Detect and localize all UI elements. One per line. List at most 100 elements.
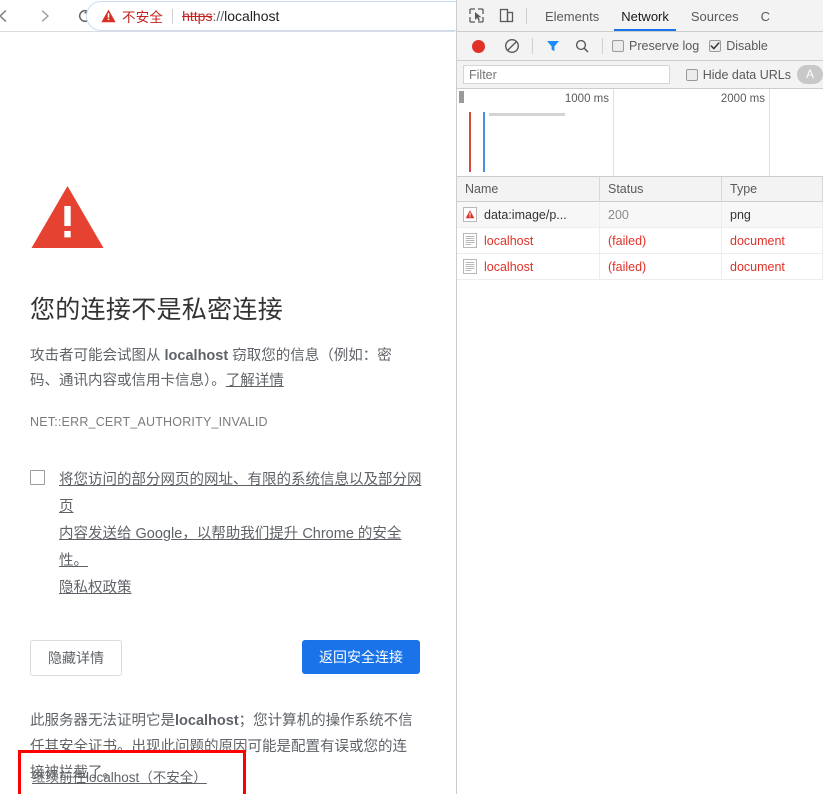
table-row[interactable]: data:image/p... 200 png bbox=[457, 201, 823, 228]
table-row[interactable]: localhost (failed) document bbox=[457, 227, 823, 254]
request-type-cell: document bbox=[722, 253, 823, 280]
description-hostname: localhost bbox=[164, 348, 229, 364]
request-type-cell: png bbox=[722, 201, 823, 228]
inspect-element-button[interactable] bbox=[463, 3, 489, 29]
preserve-log-checkbox[interactable]: Preserve log bbox=[612, 39, 699, 53]
back-to-safety-button[interactable]: 返回安全连接 bbox=[302, 640, 420, 674]
request-status-cell: (failed) bbox=[600, 227, 722, 254]
url-host: localhost bbox=[224, 8, 280, 24]
overview-gridline-1000ms bbox=[613, 89, 614, 176]
hide-details-button[interactable]: 隐藏详情 bbox=[30, 640, 122, 676]
network-filter-bar: Hide data URLs A bbox=[457, 61, 823, 89]
disable-cache-checkbox-box bbox=[709, 40, 722, 52]
search-icon bbox=[575, 39, 589, 53]
safe-browsing-optin-text: 将您访问的部分网页的网址、有限的系统信息以及部分网页 内容发送给 Google，… bbox=[59, 467, 430, 602]
clear-button[interactable] bbox=[499, 33, 525, 59]
request-name-cell: localhost bbox=[457, 253, 600, 280]
privacy-policy-link[interactable]: 隐私权政策 bbox=[59, 580, 132, 596]
tab-network[interactable]: Network bbox=[610, 0, 680, 31]
record-button-icon bbox=[471, 39, 485, 53]
request-name-label: data:image/p... bbox=[484, 207, 567, 222]
resource-type-filter-all[interactable]: A bbox=[796, 65, 823, 84]
preserve-log-checkbox-box bbox=[612, 40, 624, 52]
details-line1-prefix: 此服务器无法证明它是 bbox=[30, 713, 175, 729]
network-overview-timeline[interactable]: 1000 ms 2000 ms bbox=[457, 89, 823, 177]
document-resource-icon bbox=[463, 259, 477, 274]
clear-icon bbox=[504, 38, 520, 54]
security-status-label: 不安全 bbox=[122, 10, 164, 25]
overview-request-bar bbox=[489, 113, 565, 116]
description-prefix: 攻击者可能会试图从 bbox=[30, 348, 165, 364]
devtools-tabbar: Elements Network Sources C bbox=[457, 0, 823, 32]
disable-cache-checkbox[interactable]: Disable bbox=[709, 39, 768, 53]
safe-browsing-checkbox[interactable] bbox=[30, 470, 45, 485]
requests-table-body: data:image/p... 200 png localhost (faile… bbox=[457, 201, 823, 280]
arrow-left-icon bbox=[0, 9, 7, 22]
forward-button[interactable] bbox=[30, 2, 60, 30]
column-header-type[interactable]: Type bbox=[722, 176, 823, 202]
hide-data-urls-checkbox-box bbox=[685, 68, 698, 81]
device-toolbar-button[interactable] bbox=[493, 3, 519, 29]
url-separator: :// bbox=[212, 8, 225, 24]
filter-button[interactable] bbox=[540, 33, 566, 59]
device-toolbar-icon bbox=[499, 8, 513, 23]
overview-gridline-2000ms bbox=[769, 89, 770, 176]
arrow-right-icon bbox=[41, 9, 49, 22]
request-status-cell: (failed) bbox=[600, 253, 722, 280]
back-button[interactable] bbox=[0, 2, 18, 30]
tab-sources[interactable]: Sources bbox=[680, 0, 750, 31]
load-event-marker bbox=[483, 112, 485, 172]
overview-scroll-handle[interactable] bbox=[459, 91, 464, 103]
error-page-title: 您的连接不是私密连接 bbox=[30, 296, 284, 324]
document-resource-icon bbox=[463, 233, 477, 248]
optin-line-2: 内容发送给 Google，以帮助我们提升 Chrome 的安全性。 bbox=[59, 526, 402, 569]
network-toolbar-divider-2 bbox=[602, 38, 603, 54]
omnibox-divider bbox=[172, 8, 174, 24]
optin-line-1: 将您访问的部分网页的网址、有限的系统信息以及部分网页 bbox=[59, 472, 422, 515]
error-page-buttons: 隐藏详情 返回安全连接 bbox=[30, 640, 420, 676]
overview-tick-1000ms: 1000 ms bbox=[564, 93, 609, 105]
disable-cache-label: Disable bbox=[726, 39, 768, 53]
learn-more-link[interactable]: 了解详情 bbox=[226, 373, 284, 389]
dom-content-loaded-marker bbox=[469, 112, 471, 172]
hide-data-urls-label: Hide data URLs bbox=[702, 67, 791, 82]
request-name-label: localhost bbox=[484, 259, 534, 274]
url-scheme: https bbox=[182, 8, 213, 24]
proceed-unsafe-link[interactable]: 继续前往localhost（不安全） bbox=[32, 766, 207, 786]
details-line1-suffix: ；您计算机的操作系统 bbox=[238, 713, 384, 729]
request-name-label: localhost bbox=[484, 233, 534, 248]
search-button[interactable] bbox=[569, 33, 595, 59]
record-button[interactable] bbox=[465, 33, 491, 59]
large-warning-triangle-icon bbox=[31, 186, 104, 248]
table-row[interactable]: localhost (failed) document bbox=[457, 253, 823, 280]
filter-input[interactable] bbox=[463, 65, 670, 84]
preserve-log-label: Preserve log bbox=[629, 39, 700, 53]
warning-triangle-icon bbox=[101, 9, 116, 23]
tabbar-divider bbox=[526, 7, 527, 24]
tab-elements[interactable]: Elements bbox=[534, 0, 610, 31]
safe-browsing-optin: 将您访问的部分网页的网址、有限的系统信息以及部分网页 内容发送给 Google，… bbox=[30, 467, 430, 602]
network-toolbar: Preserve log Disable bbox=[457, 32, 823, 61]
error-page-description: 攻击者可能会试图从 localhost 窃取您的信息（例如：密码、通讯内容或信用… bbox=[30, 344, 415, 394]
inspect-element-icon bbox=[468, 8, 484, 23]
network-toolbar-divider-1 bbox=[532, 38, 533, 54]
request-status-cell: 200 bbox=[600, 201, 722, 228]
error-code-text: NET::ERR_CERT_AUTHORITY_INVALID bbox=[30, 415, 268, 429]
request-type-cell: document bbox=[722, 227, 823, 254]
request-name-cell: data:image/p... bbox=[457, 201, 600, 228]
warning-resource-icon bbox=[463, 207, 477, 222]
browser-window: 不安全 https://localhost 您的连接不是私密连接 攻击者可能会试… bbox=[0, 0, 823, 794]
url-text: https://localhost bbox=[182, 8, 279, 24]
request-name-cell: localhost bbox=[457, 227, 600, 254]
hide-data-urls-checkbox[interactable]: Hide data URLs bbox=[685, 67, 791, 82]
checkmark-icon bbox=[710, 42, 720, 50]
overview-tick-2000ms: 2000 ms bbox=[720, 93, 765, 105]
requests-table-header: Name Status Type bbox=[457, 176, 823, 202]
ssl-error-page: 您的连接不是私密连接 攻击者可能会试图从 localhost 窃取您的信息（例如… bbox=[0, 32, 456, 794]
tab-console[interactable]: C bbox=[750, 0, 781, 31]
column-header-name[interactable]: Name bbox=[457, 176, 600, 202]
column-header-status[interactable]: Status bbox=[600, 176, 722, 202]
devtools-panel: Elements Network Sources C Preserve log … bbox=[456, 0, 823, 794]
filter-funnel-icon bbox=[547, 41, 559, 52]
details-hostname: localhost bbox=[175, 713, 239, 729]
